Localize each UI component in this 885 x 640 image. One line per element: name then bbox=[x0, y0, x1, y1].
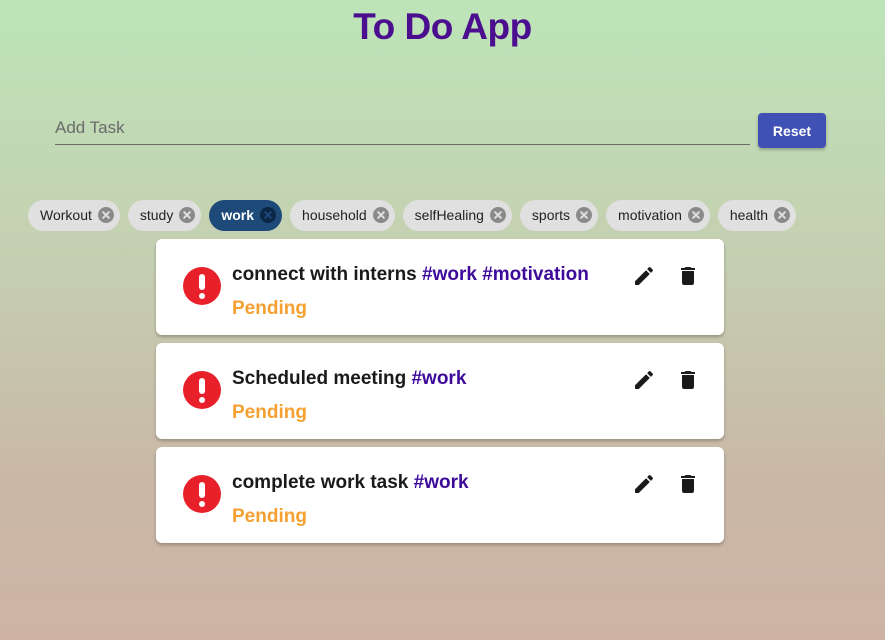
task-status: Pending bbox=[232, 298, 307, 319]
task-status: Pending bbox=[232, 506, 307, 527]
trash-icon[interactable] bbox=[676, 264, 700, 288]
tag-chip-list: Workout study work household selfHealing… bbox=[28, 199, 878, 231]
tag-chip-workout[interactable]: Workout bbox=[28, 199, 120, 231]
alert-icon bbox=[183, 371, 221, 409]
task-text: complete work task bbox=[232, 472, 409, 493]
close-circle-icon[interactable] bbox=[687, 207, 704, 223]
add-task-row: Reset bbox=[55, 112, 826, 148]
tag-chip-selfhealing[interactable]: selfHealing bbox=[402, 199, 512, 231]
tag-chip-label: health bbox=[729, 207, 769, 223]
tag-chip-label: household bbox=[302, 207, 367, 223]
add-task-input[interactable] bbox=[55, 112, 750, 145]
task-title: Scheduled meeting #work bbox=[232, 368, 466, 390]
close-circle-icon[interactable] bbox=[489, 207, 506, 223]
tag-chip-sports[interactable]: sports bbox=[519, 199, 599, 231]
tag-chip-work[interactable]: work bbox=[209, 199, 283, 231]
task-tags: #work bbox=[413, 472, 469, 493]
task-title: complete work task #work bbox=[232, 472, 469, 494]
close-circle-icon[interactable] bbox=[179, 207, 196, 223]
alert-icon bbox=[183, 475, 221, 513]
task-text: connect with interns bbox=[232, 264, 417, 285]
task-tags: #work bbox=[411, 368, 467, 389]
pencil-icon[interactable] bbox=[632, 264, 656, 288]
tag-chip-label: selfHealing bbox=[414, 207, 484, 223]
tag-chip-label: study bbox=[139, 207, 174, 223]
task-card: connect with interns #work #motivation P… bbox=[156, 239, 724, 335]
pencil-icon[interactable] bbox=[632, 472, 656, 496]
tag-chip-label: sports bbox=[531, 207, 571, 223]
tag-chip-health[interactable]: health bbox=[717, 199, 797, 231]
task-list: connect with interns #work #motivation P… bbox=[156, 239, 724, 551]
close-circle-icon[interactable] bbox=[97, 207, 114, 223]
tag-chip-label: motivation bbox=[618, 207, 682, 223]
app-title: To Do App bbox=[353, 6, 532, 47]
close-circle-icon[interactable] bbox=[774, 207, 791, 223]
close-circle-icon[interactable] bbox=[260, 207, 277, 223]
tag-chip-label: work bbox=[221, 207, 255, 223]
task-card: complete work task #work Pending bbox=[156, 447, 724, 543]
tag-chip-household[interactable]: household bbox=[290, 199, 395, 231]
task-card: Scheduled meeting #work Pending bbox=[156, 343, 724, 439]
close-circle-icon[interactable] bbox=[372, 207, 389, 223]
trash-icon[interactable] bbox=[676, 472, 700, 496]
alert-icon bbox=[183, 267, 221, 305]
task-text: Scheduled meeting bbox=[232, 368, 407, 389]
reset-button[interactable]: Reset bbox=[758, 113, 826, 148]
task-tags: #work #motivation bbox=[422, 264, 589, 285]
tag-chip-study[interactable]: study bbox=[127, 199, 202, 231]
task-status: Pending bbox=[232, 402, 307, 423]
close-circle-icon[interactable] bbox=[576, 207, 593, 223]
pencil-icon[interactable] bbox=[632, 368, 656, 392]
trash-icon[interactable] bbox=[676, 368, 700, 392]
task-title: connect with interns #work #motivation bbox=[232, 264, 589, 286]
tag-chip-motivation[interactable]: motivation bbox=[606, 199, 710, 231]
tag-chip-label: Workout bbox=[40, 207, 92, 223]
